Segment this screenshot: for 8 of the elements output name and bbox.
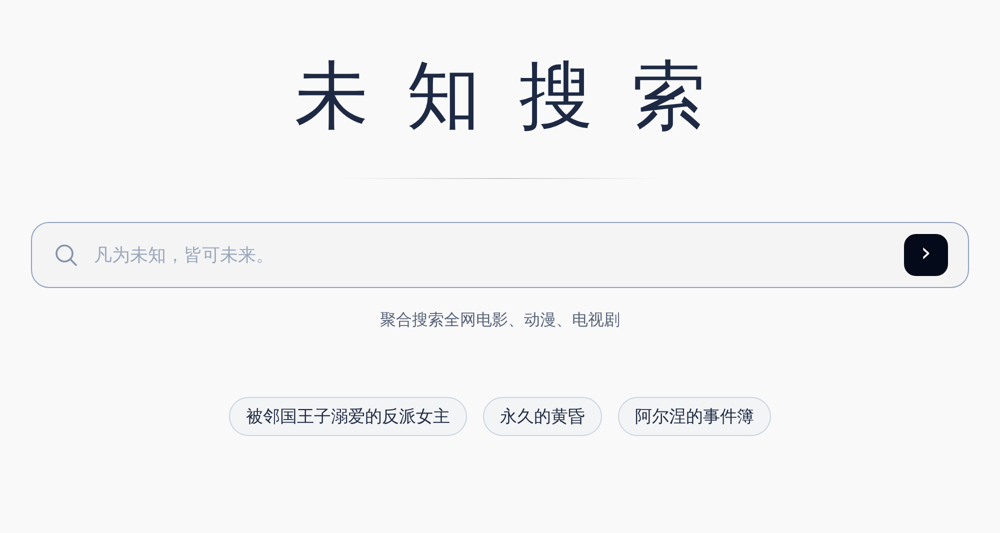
search-field[interactable]: 凡为未知，皆可未来。 ›	[31, 222, 969, 288]
subtitle: 聚合搜索全网电影、动漫、电视剧	[380, 310, 620, 331]
suggestion-chip[interactable]: 永久的黄昏	[483, 397, 602, 436]
suggestion-chip[interactable]: 被邻国王子溺爱的反派女主	[229, 397, 467, 436]
search-icon	[54, 243, 78, 267]
suggestion-chip[interactable]: 阿尔涅的事件簿	[618, 397, 771, 436]
search-button[interactable]: ›	[904, 234, 948, 276]
page-title: 未知搜索	[294, 52, 744, 141]
